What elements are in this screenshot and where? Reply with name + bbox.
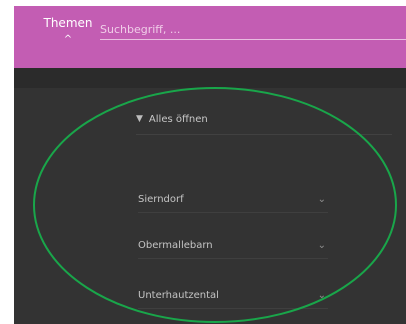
list-item-label: Unterhautzental — [138, 289, 219, 301]
chevron-down-icon: ⌄ — [317, 289, 326, 301]
list-item-unterhautzental[interactable]: Unterhautzental ⌄ — [138, 282, 328, 309]
list-item-sierndorf[interactable]: Sierndorf ⌄ — [138, 186, 328, 213]
search-input[interactable] — [100, 20, 406, 40]
app-frame: Themen ^ — [14, 6, 406, 324]
list-item-label: Sierndorf — [138, 193, 184, 205]
chevron-down-icon: ⌄ — [317, 193, 326, 205]
themes-tab[interactable]: Themen ^ — [32, 16, 104, 54]
list-item-obermallebarn[interactable]: Obermallebarn ⌄ — [138, 232, 328, 259]
search-field[interactable] — [100, 18, 406, 40]
chevron-down-icon: ⌄ — [317, 239, 326, 251]
themes-tab-label: Themen — [43, 16, 93, 30]
open-all-button[interactable]: ▼ Alles öffnen — [136, 104, 392, 135]
caret-up-icon: ^ — [63, 34, 73, 45]
top-bar: Themen ^ — [14, 6, 406, 68]
list-item-label: Obermallebarn — [138, 239, 213, 251]
pin-icon: ▼ — [136, 114, 143, 124]
open-all-label: Alles öffnen — [148, 113, 208, 125]
subheader-strip — [14, 68, 406, 88]
